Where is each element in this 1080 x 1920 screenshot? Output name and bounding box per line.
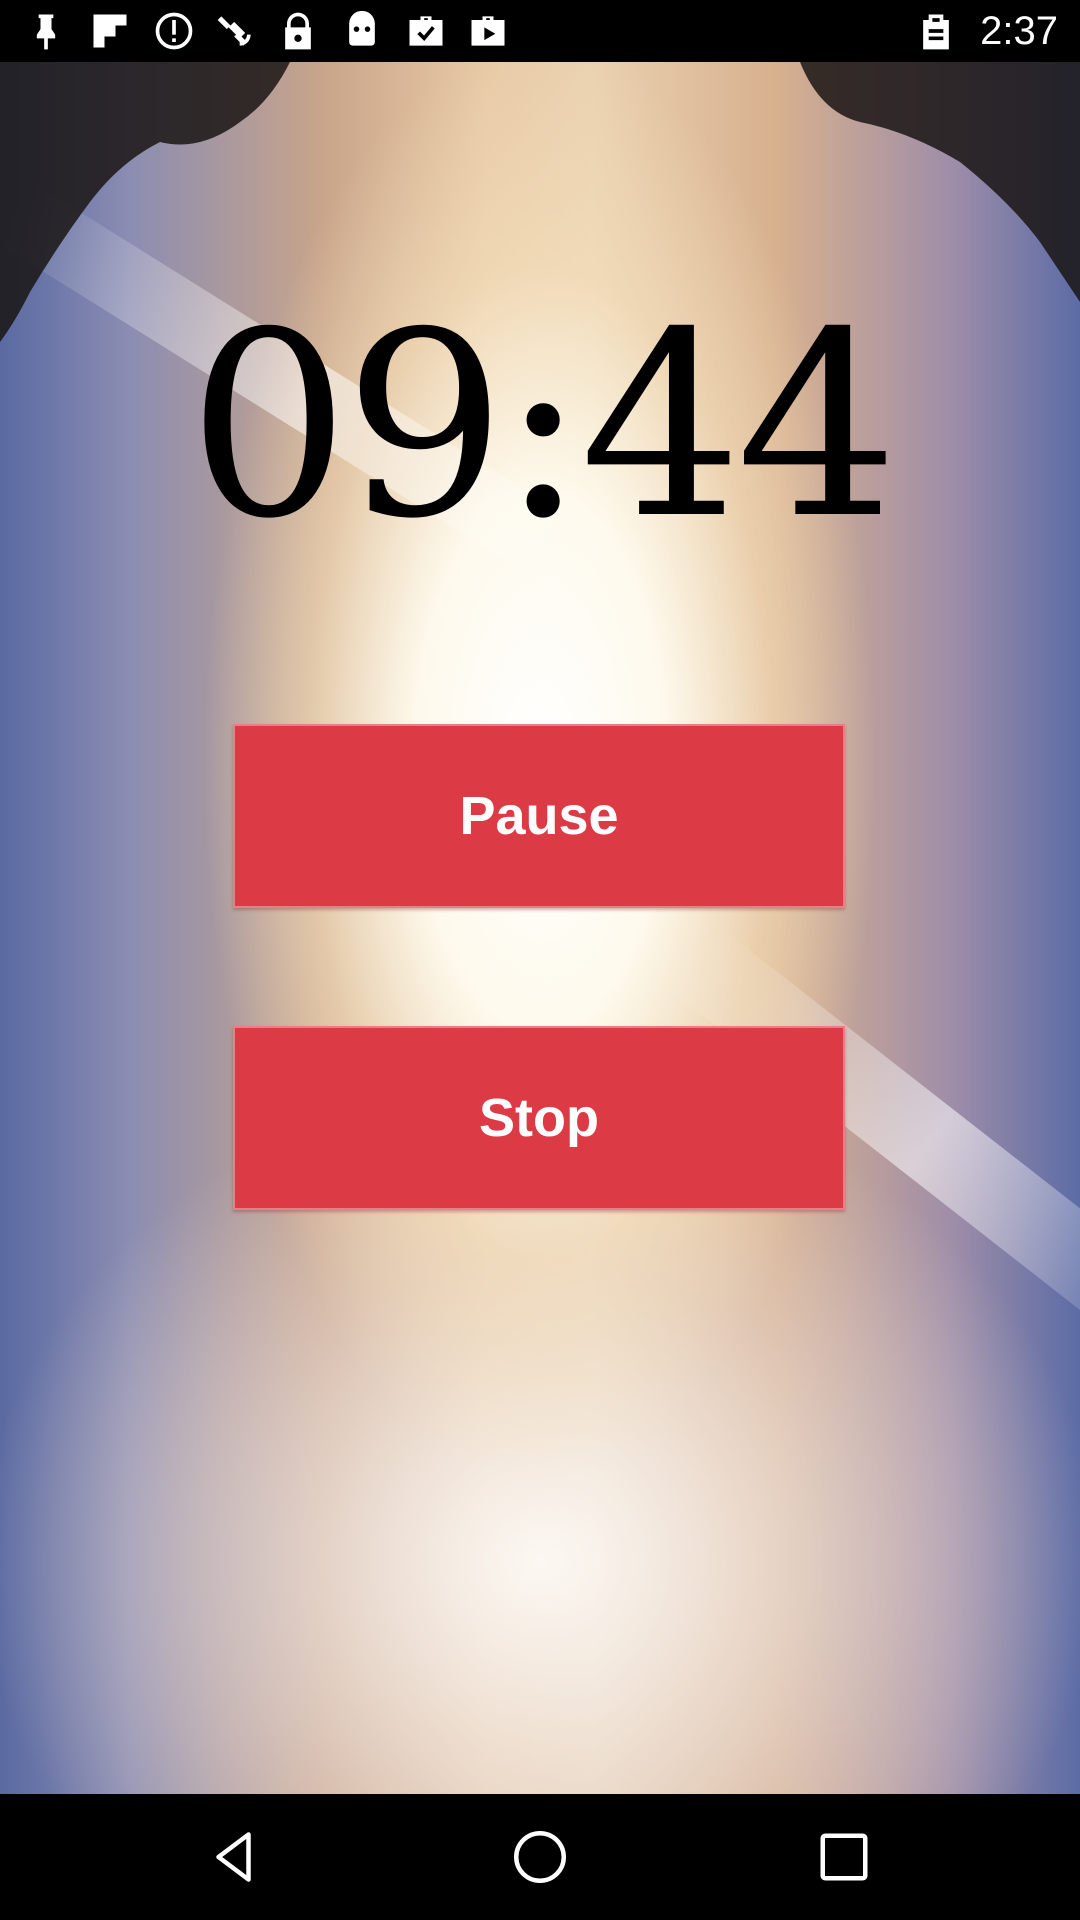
clipboard-icon	[914, 9, 958, 53]
app-screen: 2:37 09:44 Pause Stop	[0, 0, 1080, 1920]
status-time: 2:37	[980, 9, 1058, 53]
android-icon	[340, 9, 384, 53]
satellite-icon	[214, 9, 258, 53]
navigation-bar	[0, 1794, 1080, 1920]
timer-display: 09:44	[187, 278, 899, 575]
play-briefcase-icon	[466, 9, 510, 53]
stop-button[interactable]: Stop	[233, 1026, 845, 1210]
pause-button[interactable]: Pause	[233, 724, 845, 908]
flipboard-icon	[88, 9, 132, 53]
background-sky-image: 09:44	[0, 62, 1080, 1794]
recent-apps-icon[interactable]	[814, 1827, 874, 1887]
alert-circle-icon	[152, 9, 196, 53]
back-icon[interactable]	[206, 1827, 266, 1887]
home-icon[interactable]	[510, 1827, 570, 1887]
status-bar: 2:37	[0, 0, 1080, 62]
pin-icon	[24, 9, 68, 53]
checked-briefcase-icon	[404, 9, 448, 53]
lock-icon	[276, 9, 320, 53]
